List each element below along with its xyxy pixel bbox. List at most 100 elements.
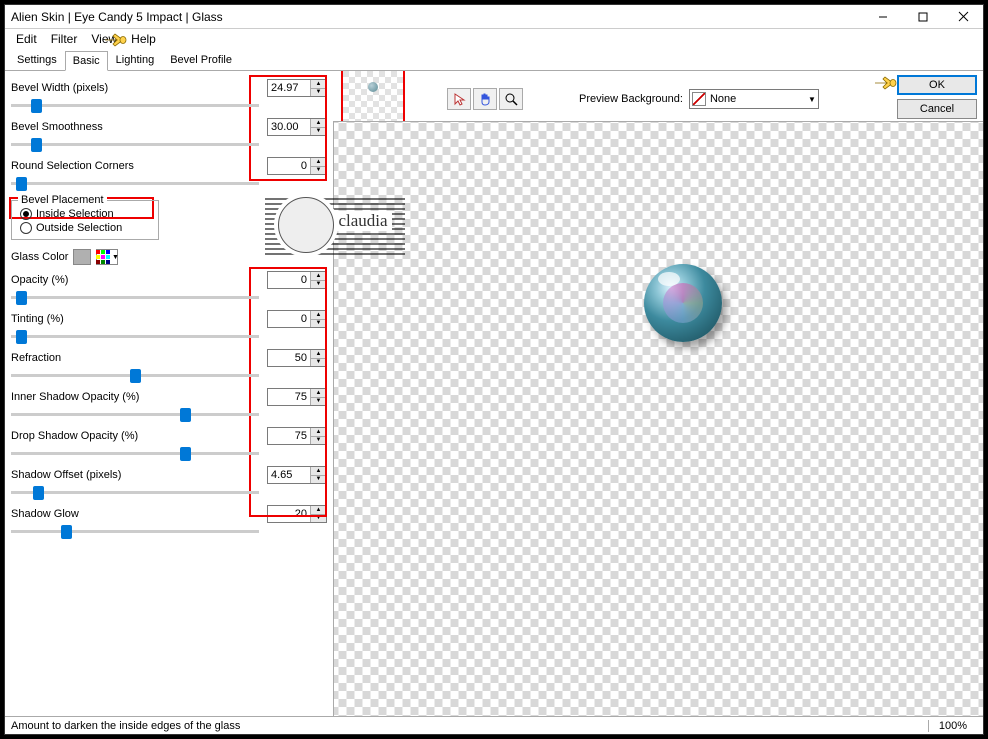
shadow-offset-input[interactable]: [268, 467, 310, 483]
menu-filter[interactable]: Filter: [44, 30, 85, 48]
down-arrow-icon[interactable]: ▼: [311, 281, 326, 289]
shadow-glow-slider[interactable]: [11, 525, 259, 539]
shadow-glow-input[interactable]: [268, 506, 310, 522]
thumbnail-preview[interactable]: [341, 71, 405, 123]
bevel-smoothness-slider[interactable]: [11, 138, 259, 152]
glass-color-swatch[interactable]: [73, 249, 91, 265]
none-swatch-icon: [692, 92, 706, 106]
down-arrow-icon[interactable]: ▼: [311, 320, 326, 328]
drop-shadow-spin[interactable]: ▲▼: [267, 427, 327, 445]
tab-bevel-profile[interactable]: Bevel Profile: [162, 50, 240, 70]
maximize-button[interactable]: [903, 6, 943, 28]
window-title: Alien Skin | Eye Candy 5 Impact | Glass: [11, 10, 863, 24]
tinting-label: Tinting (%): [11, 313, 267, 325]
dropdown-arrow-icon: ▼: [112, 254, 119, 261]
cancel-button[interactable]: Cancel: [897, 99, 977, 119]
tab-basic[interactable]: Basic: [65, 51, 108, 71]
up-arrow-icon[interactable]: ▲: [311, 350, 326, 359]
ok-button[interactable]: OK: [897, 75, 977, 95]
menu-edit[interactable]: Edit: [9, 30, 44, 48]
param-opacity: Opacity (%) ▲▼: [11, 271, 327, 305]
outside-selection-label: Outside Selection: [36, 222, 122, 234]
content: Bevel Width (pixels) ▲▼ Bevel Smoothness…: [5, 71, 983, 716]
shadow-offset-slider[interactable]: [11, 486, 259, 500]
opacity-slider[interactable]: [11, 291, 259, 305]
down-arrow-icon[interactable]: ▼: [311, 515, 326, 523]
bevel-width-input[interactable]: [268, 80, 310, 96]
down-arrow-icon[interactable]: ▼: [311, 437, 326, 445]
down-arrow-icon[interactable]: ▼: [311, 89, 326, 97]
round-corners-spin[interactable]: ▲▼: [267, 157, 327, 175]
zoom-tool-button[interactable]: [499, 88, 523, 110]
param-shadow-offset: Shadow Offset (pixels) ▲▼: [11, 466, 327, 500]
radio-outside-selection[interactable]: Outside Selection: [20, 221, 150, 235]
inner-shadow-slider[interactable]: [11, 408, 259, 422]
hand-tool-button[interactable]: [473, 88, 497, 110]
refraction-input[interactable]: [268, 350, 310, 366]
round-corners-slider[interactable]: [11, 177, 259, 191]
dropdown-arrow-icon: ▼: [808, 95, 816, 104]
param-round-corners: Round Selection Corners ▲▼: [11, 157, 327, 191]
down-arrow-icon[interactable]: ▼: [311, 398, 326, 406]
bevel-smoothness-input[interactable]: [268, 119, 310, 135]
drop-shadow-input[interactable]: [268, 428, 310, 444]
param-shadow-glow: Shadow Glow ▲▼: [11, 505, 327, 539]
opacity-spin[interactable]: ▲▼: [267, 271, 327, 289]
window-root: Alien Skin | Eye Candy 5 Impact | Glass …: [4, 4, 984, 735]
preview-bg-combo[interactable]: None ▼: [689, 89, 819, 109]
slider-thumb[interactable]: [16, 177, 27, 191]
bevel-smoothness-spin[interactable]: ▲▼: [267, 118, 327, 136]
tab-lighting[interactable]: Lighting: [108, 50, 163, 70]
down-arrow-icon[interactable]: ▼: [311, 167, 326, 175]
up-arrow-icon[interactable]: ▲: [311, 158, 326, 167]
down-arrow-icon[interactable]: ▼: [311, 359, 326, 367]
round-corners-input[interactable]: [268, 158, 310, 174]
up-arrow-icon[interactable]: ▲: [311, 80, 326, 89]
shadow-offset-spin[interactable]: ▲▼: [267, 466, 327, 484]
tinting-slider[interactable]: [11, 330, 259, 344]
close-button[interactable]: [943, 6, 983, 28]
up-arrow-icon[interactable]: ▲: [311, 311, 326, 320]
menu-help[interactable]: Help: [124, 30, 163, 48]
up-arrow-icon[interactable]: ▲: [311, 389, 326, 398]
radio-inside-selection[interactable]: Inside Selection: [20, 207, 150, 221]
refraction-spin[interactable]: ▲▼: [267, 349, 327, 367]
up-arrow-icon[interactable]: ▲: [311, 428, 326, 437]
bevel-placement-group: Bevel Placement Inside Selection Outside…: [11, 200, 159, 240]
opacity-input[interactable]: [268, 272, 310, 288]
tinting-spin[interactable]: ▲▼: [267, 310, 327, 328]
bevel-width-label: Bevel Width (pixels): [11, 82, 267, 94]
slider-thumb[interactable]: [61, 525, 72, 539]
slider-thumb[interactable]: [31, 138, 42, 152]
bevel-width-spin[interactable]: ▲▼: [267, 79, 327, 97]
drop-shadow-slider[interactable]: [11, 447, 259, 461]
up-arrow-icon[interactable]: ▲: [311, 467, 326, 476]
shadow-glow-spin[interactable]: ▲▼: [267, 505, 327, 523]
menu-view[interactable]: View: [84, 30, 124, 48]
slider-thumb[interactable]: [33, 486, 44, 500]
tinting-input[interactable]: [268, 311, 310, 327]
tab-settings[interactable]: Settings: [9, 50, 65, 70]
up-arrow-icon[interactable]: ▲: [311, 272, 326, 281]
glass-color-row: Glass Color ▼: [11, 249, 327, 265]
preview-canvas[interactable]: [333, 121, 983, 716]
bevel-width-slider[interactable]: [11, 99, 259, 113]
titlebar: Alien Skin | Eye Candy 5 Impact | Glass: [5, 5, 983, 29]
statusbar: Amount to darken the inside edges of the…: [5, 716, 983, 734]
slider-thumb[interactable]: [130, 369, 141, 383]
inner-shadow-input[interactable]: [268, 389, 310, 405]
slider-thumb[interactable]: [180, 447, 191, 461]
slider-thumb[interactable]: [31, 99, 42, 113]
up-arrow-icon[interactable]: ▲: [311, 506, 326, 515]
refraction-slider[interactable]: [11, 369, 259, 383]
color-picker-button[interactable]: ▼: [96, 249, 118, 265]
slider-thumb[interactable]: [16, 330, 27, 344]
inner-shadow-spin[interactable]: ▲▼: [267, 388, 327, 406]
down-arrow-icon[interactable]: ▼: [311, 476, 326, 484]
minimize-button[interactable]: [863, 6, 903, 28]
down-arrow-icon[interactable]: ▼: [311, 128, 326, 136]
pointer-tool-button[interactable]: [447, 88, 471, 110]
up-arrow-icon[interactable]: ▲: [311, 119, 326, 128]
slider-thumb[interactable]: [180, 408, 191, 422]
slider-thumb[interactable]: [16, 291, 27, 305]
